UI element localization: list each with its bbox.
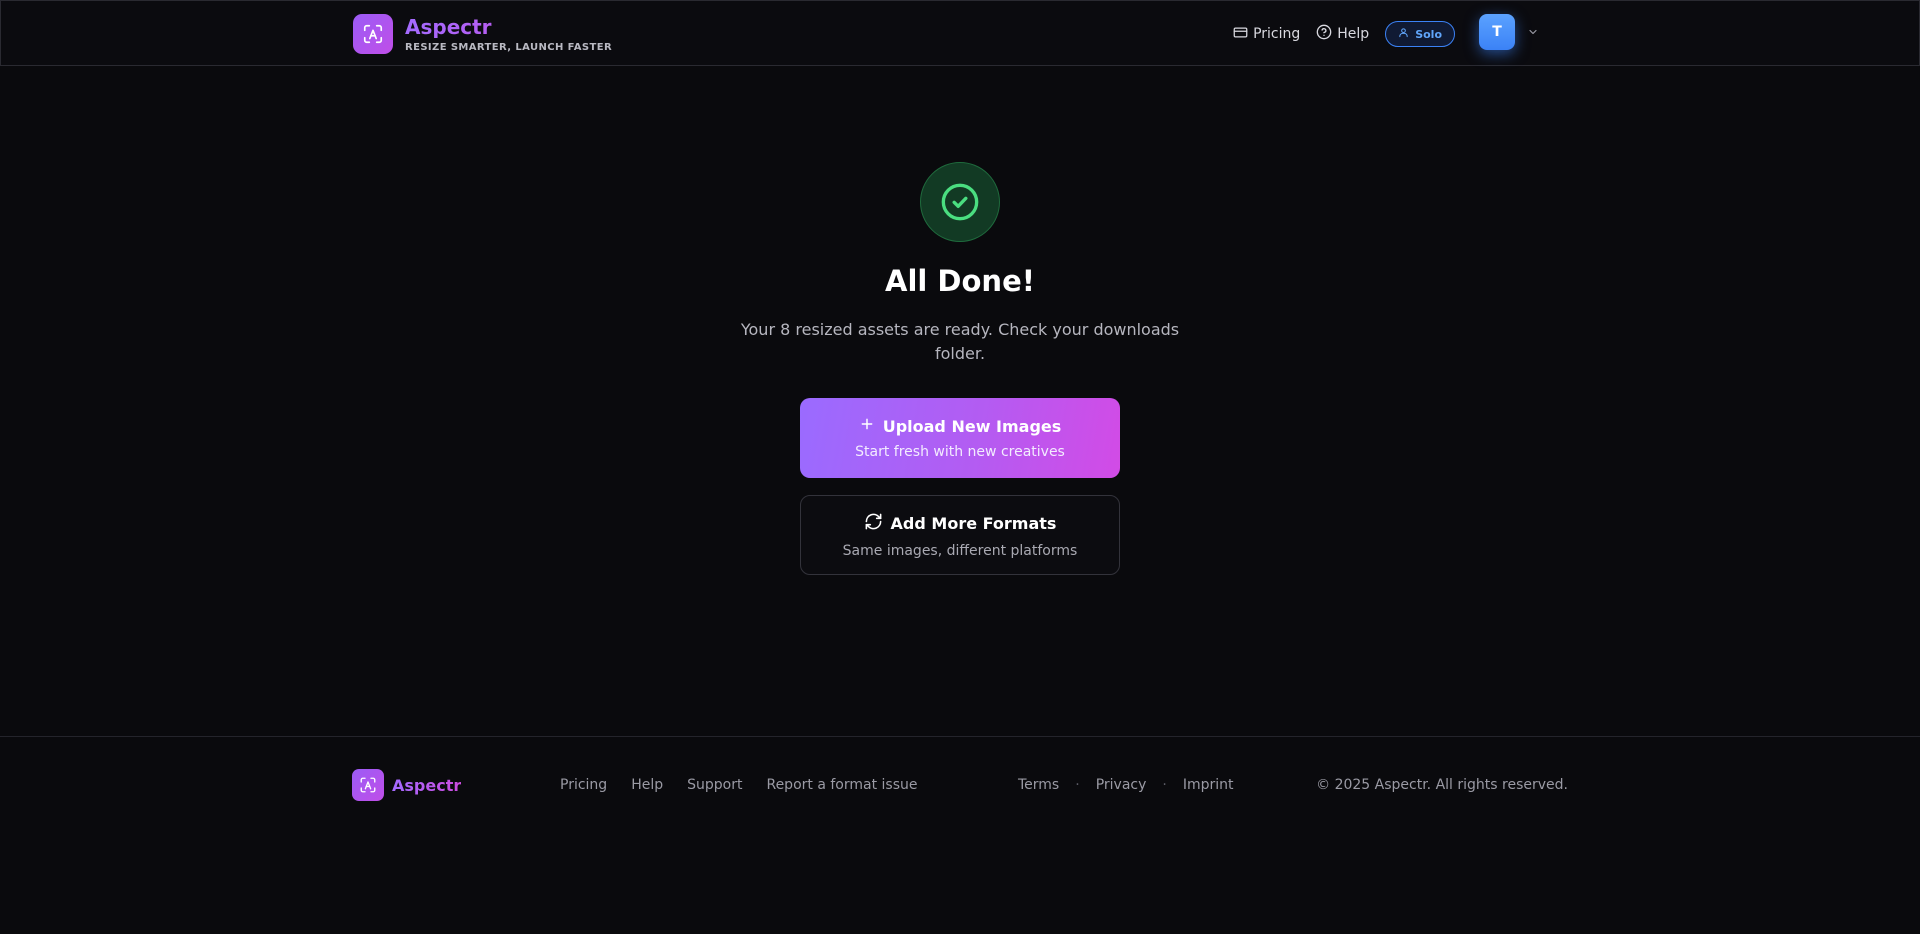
footer-link-help[interactable]: Help bbox=[631, 777, 663, 793]
footer: Aspectr Pricing Help Support Report a fo… bbox=[0, 736, 1920, 934]
formats-button-label: Add More Formats bbox=[890, 513, 1057, 533]
upload-button-label: Upload New Images bbox=[882, 416, 1062, 436]
success-message: Your 8 resized assets are ready. Check y… bbox=[740, 320, 1180, 363]
nav-help[interactable]: Help bbox=[1316, 24, 1369, 44]
footer-links: Pricing Help Support Report a format iss… bbox=[560, 777, 941, 793]
brand[interactable]: Aspectr RESIZE SMARTER, LAUNCH FASTER bbox=[353, 14, 612, 54]
upload-button-sublabel: Start fresh with new creatives bbox=[855, 444, 1065, 460]
page-title: All Done! bbox=[885, 264, 1035, 298]
plan-badge[interactable]: Solo bbox=[1385, 21, 1455, 47]
plan-badge-label: Solo bbox=[1415, 27, 1442, 41]
user-icon bbox=[1398, 27, 1415, 41]
nav-help-label: Help bbox=[1337, 26, 1370, 42]
footer-link-support[interactable]: Support bbox=[687, 777, 742, 793]
aspectr-logo-icon bbox=[353, 14, 393, 54]
help-circle-icon bbox=[1316, 24, 1337, 44]
main-content: All Done! Your 8 resized assets are read… bbox=[0, 66, 1920, 736]
aspectr-logo-icon bbox=[352, 769, 384, 801]
app-header: Aspectr RESIZE SMARTER, LAUNCH FASTER Pr… bbox=[0, 0, 1920, 66]
footer-link-report-issue[interactable]: Report a format issue bbox=[766, 777, 917, 793]
nav-pricing-label: Pricing bbox=[1253, 26, 1301, 42]
footer-legal-links: Terms · Privacy · Imprint bbox=[1018, 777, 1234, 793]
nav-pricing[interactable]: Pricing bbox=[1233, 25, 1300, 44]
legal-separator: · bbox=[1162, 777, 1167, 793]
upload-new-images-button[interactable]: Upload New Images Start fresh with new c… bbox=[800, 398, 1120, 478]
refresh-icon bbox=[864, 512, 891, 535]
chevron-down-icon[interactable] bbox=[1527, 23, 1539, 42]
add-more-formats-button[interactable]: Add More Formats Same images, different … bbox=[800, 495, 1120, 575]
check-circle-icon bbox=[920, 162, 1000, 242]
credit-card-icon bbox=[1233, 25, 1253, 44]
copyright: © 2025 Aspectr. All rights reserved. bbox=[1316, 777, 1568, 793]
avatar[interactable]: T bbox=[1479, 13, 1515, 50]
brand-name: Aspectr bbox=[405, 16, 612, 38]
header-nav: Pricing Help Solo T bbox=[1233, 13, 1539, 50]
footer-link-privacy[interactable]: Privacy bbox=[1096, 777, 1147, 793]
formats-button-sublabel: Same images, different platforms bbox=[842, 542, 1078, 559]
footer-brand[interactable]: Aspectr bbox=[352, 769, 461, 801]
footer-link-imprint[interactable]: Imprint bbox=[1183, 777, 1234, 793]
brand-tagline: RESIZE SMARTER, LAUNCH FASTER bbox=[405, 41, 613, 53]
plus-icon bbox=[859, 416, 883, 436]
legal-separator: · bbox=[1075, 777, 1080, 793]
footer-link-terms[interactable]: Terms bbox=[1018, 777, 1059, 793]
footer-brand-name: Aspectr bbox=[392, 775, 462, 795]
footer-link-pricing[interactable]: Pricing bbox=[560, 777, 607, 793]
